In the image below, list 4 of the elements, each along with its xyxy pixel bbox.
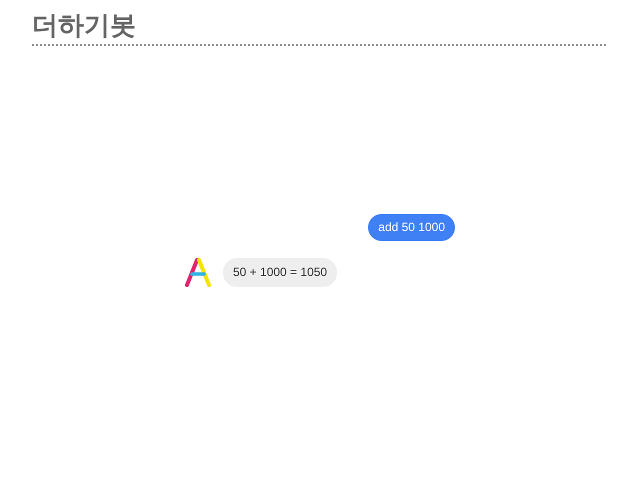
bot-message: 50 + 1000 = 1050 <box>223 258 338 286</box>
page-title: 더하기봇 <box>32 10 136 43</box>
logo-icon <box>183 256 213 288</box>
user-message: add 50 1000 <box>368 214 455 241</box>
